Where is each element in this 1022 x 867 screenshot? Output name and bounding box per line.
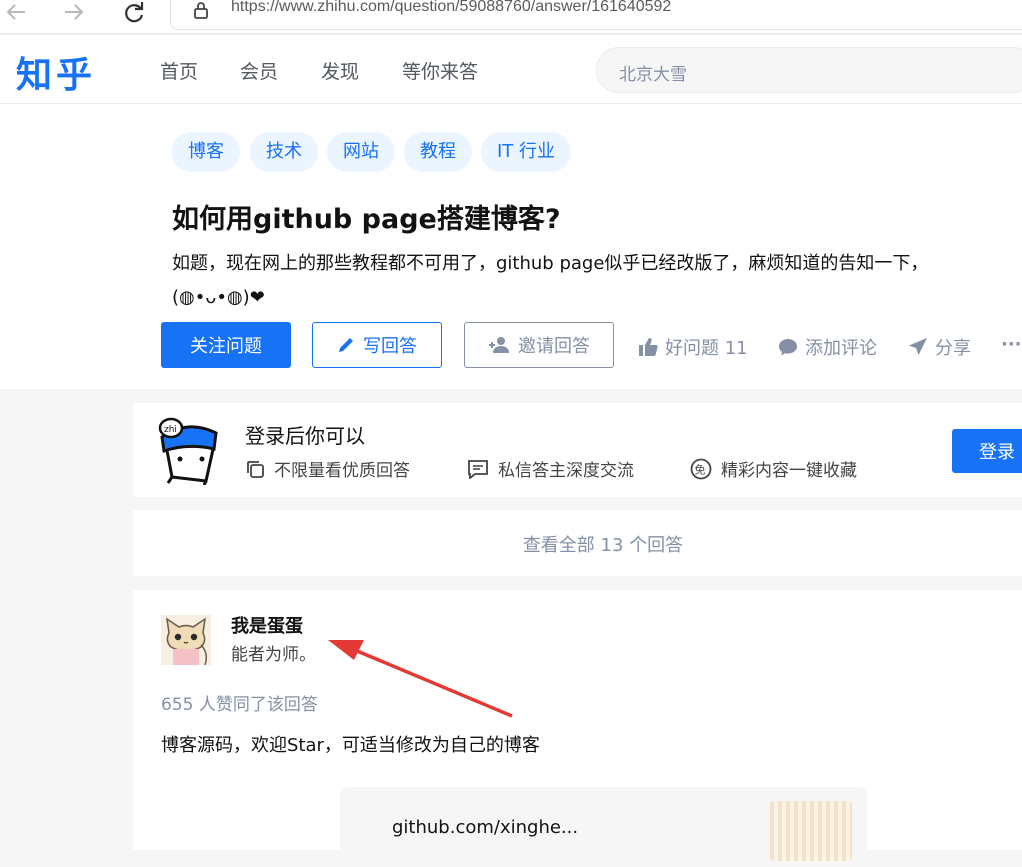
svg-text:免: 免	[695, 462, 706, 476]
copy-icon	[247, 460, 264, 478]
share-button[interactable]: 分享	[908, 334, 971, 360]
feature-label: 精彩内容一键收藏	[721, 461, 857, 481]
topic-tag[interactable]: IT 行业	[481, 132, 572, 172]
question-description-line: 如题，现在网上的那些教程都不可用了，github page似乎已经改版了，麻烦知…	[172, 253, 929, 274]
cat-avatar-icon	[161, 615, 211, 665]
link-thumbnail	[770, 801, 852, 861]
topic-tag[interactable]: 博客	[172, 132, 240, 172]
search-input[interactable]: 北京大雪	[596, 47, 1022, 93]
zhihu-logo[interactable]: 知乎	[16, 46, 96, 98]
avatar[interactable]	[161, 615, 211, 665]
follow-question-button[interactable]: 关注问题	[161, 322, 291, 368]
login-prompt-title: 登录后你可以	[245, 424, 365, 448]
comment-icon	[779, 339, 797, 356]
add-comment-button[interactable]: 添加评论	[778, 334, 877, 360]
more-options-button[interactable]: ···	[1001, 334, 1022, 355]
question-description: 如题，现在网上的那些教程都不可用了，github page似乎已经改版了，麻烦知…	[172, 247, 928, 315]
invite-answer-button[interactable]: 邀请回答	[464, 322, 614, 368]
topic-tag[interactable]: 网站	[327, 132, 395, 172]
vote-count: 655 人赞同了该回答	[161, 695, 318, 715]
nav-discover[interactable]: 发现	[321, 57, 359, 84]
nav-home[interactable]: 首页	[160, 57, 198, 84]
feature-private-message: 私信答主深度交流	[467, 456, 634, 481]
lock-icon	[194, 2, 208, 19]
link-card[interactable]: github.com/xinghe...	[340, 787, 867, 867]
pencil-icon	[339, 338, 353, 352]
invite-answer-label: 邀请回答	[518, 336, 590, 357]
message-icon	[468, 459, 488, 479]
question-description-line: (◍•ᴗ•◍)❤	[172, 287, 265, 308]
nav-membership[interactable]: 会员	[240, 57, 278, 84]
good-question-button[interactable]: 好问题 11	[638, 334, 748, 360]
author-name[interactable]: 我是蛋蛋	[231, 612, 303, 638]
view-all-answers-card[interactable]: 查看全部 13 个回答	[133, 510, 1022, 576]
feature-label: 不限量看优质回答	[274, 461, 410, 481]
nav-waiting-answers[interactable]: 等你来答	[402, 57, 478, 84]
reload-icon[interactable]	[120, 0, 148, 24]
feature-one-click-collect: 免 精彩内容一键收藏	[690, 456, 857, 481]
forward-icon[interactable]	[60, 0, 88, 24]
author-bio: 能者为师。	[231, 645, 316, 665]
feature-label: 私信答主深度交流	[498, 461, 634, 481]
feature-unlimited-read: 不限量看优质回答	[245, 456, 410, 481]
answer-content: 博客源码，欢迎Star，可适当修改为自己的博客	[161, 735, 540, 756]
answer-item: 我是蛋蛋 能者为师。 655 人赞同了该回答 博客源码，欢迎Star，可适当修改…	[133, 590, 1022, 867]
topic-tag[interactable]: 技术	[250, 132, 318, 172]
write-answer-label: 写回答	[363, 336, 417, 357]
paper-plane-icon	[909, 338, 927, 355]
topic-tag[interactable]: 教程	[404, 132, 472, 172]
back-icon[interactable]	[2, 0, 30, 24]
free-badge-icon: 免	[690, 458, 712, 479]
share-label: 分享	[935, 338, 971, 359]
zhihu-mascot-icon: zhi	[158, 417, 218, 485]
question-header: 博客 技术 网站 教程 IT 行业 如何用github page搭建博客? 如题…	[0, 104, 1022, 389]
browser-toolbar: https://www.zhihu.com/question/59088760/…	[0, 0, 1022, 34]
mascot-text: zhi	[164, 425, 177, 435]
site-header: 知乎 首页 会员 发现 等你来答 北京大雪	[0, 35, 1022, 103]
view-all-answers-link[interactable]: 查看全部 13 个回答	[133, 531, 1022, 557]
write-answer-button[interactable]: 写回答	[312, 322, 442, 368]
add-comment-label: 添加评论	[805, 338, 877, 359]
url-text: https://www.zhihu.com/question/59088760/…	[231, 0, 672, 15]
login-button[interactable]: 登录	[952, 429, 1022, 473]
question-title: 如何用github page搭建博客?	[172, 204, 561, 235]
add-user-icon	[489, 337, 509, 353]
good-question-label: 好问题 11	[665, 338, 748, 359]
thumbs-up-icon	[639, 338, 658, 356]
login-prompt-card: zhi 登录后你可以 不限量看优质回答 私信答主深度交流 免 精彩内容一键收藏 …	[133, 403, 1022, 497]
search-placeholder: 北京大雪	[619, 65, 687, 85]
